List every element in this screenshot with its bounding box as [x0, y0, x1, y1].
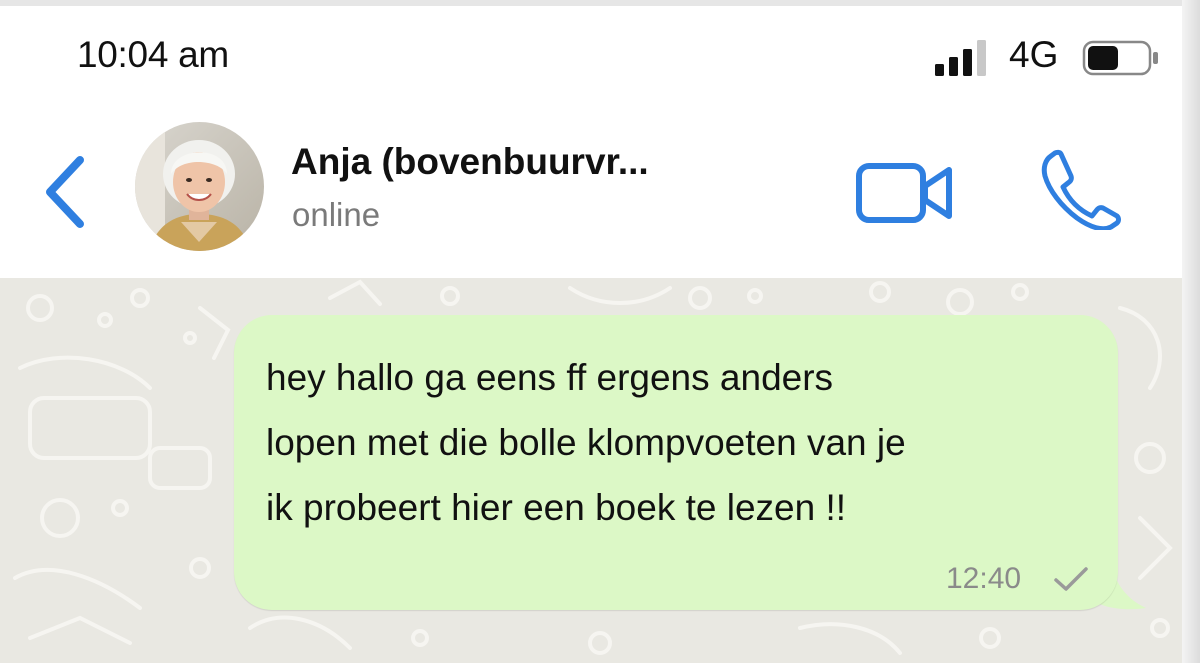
contact-name[interactable]: Anja (bovenbuurvr...: [291, 141, 649, 183]
contact-status: online: [292, 196, 381, 233]
message-line: hey hallo ga eens ff ergens anders: [266, 357, 834, 398]
avatar-portrait: [135, 122, 264, 251]
message-line: ik probeert hier een boek te lezen !!: [266, 487, 847, 528]
single-check-icon: [1054, 567, 1088, 591]
phone-call-icon[interactable]: [1039, 148, 1121, 230]
battery-icon: [1082, 40, 1158, 76]
message-timestamp: 12:40: [946, 562, 1022, 595]
back-chevron-icon[interactable]: [42, 154, 88, 230]
video-call-icon[interactable]: [855, 160, 955, 226]
status-time: 10:04 am: [77, 34, 229, 75]
message-line: lopen met die bolle klompvoeten van je: [266, 422, 906, 463]
contact-avatar[interactable]: [135, 122, 264, 251]
signal-icon: [935, 40, 986, 76]
network-label: 4G: [1009, 34, 1059, 75]
message-text: hey hallo ga eens ff ergens anders lopen…: [266, 345, 1096, 540]
screen-right-edge: [1182, 0, 1200, 663]
